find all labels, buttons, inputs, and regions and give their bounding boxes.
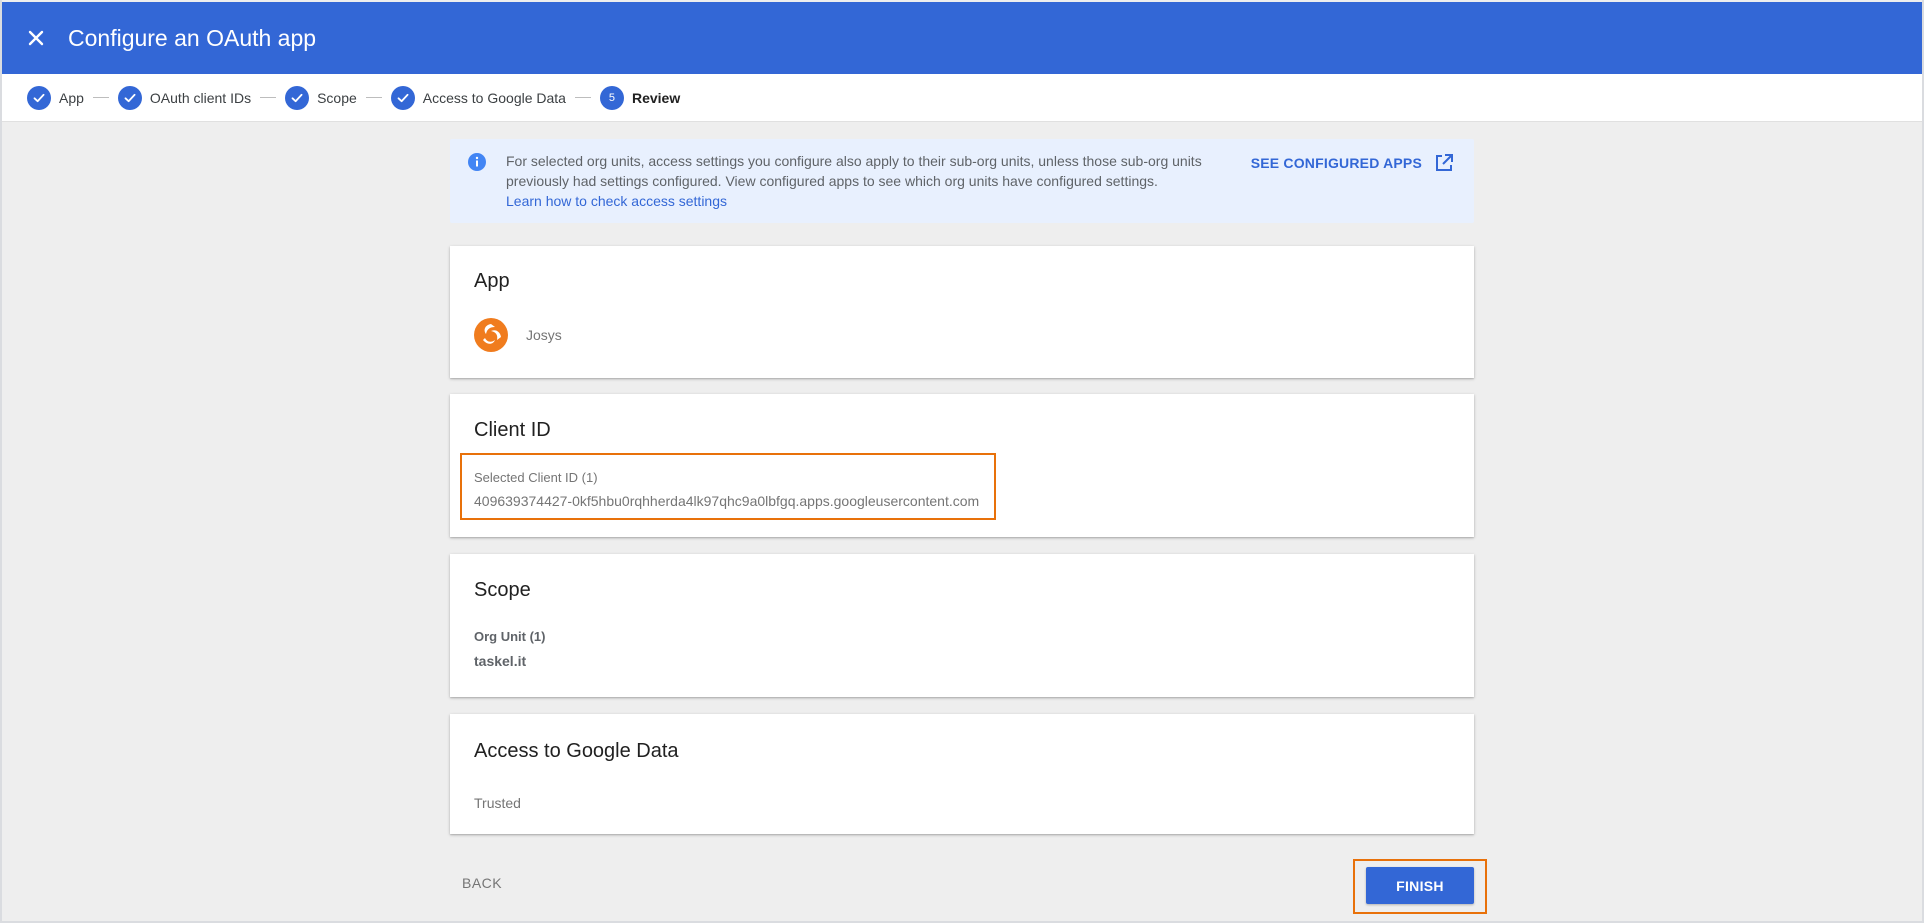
page-title: Configure an OAuth app	[68, 24, 317, 51]
info-banner: For selected org units, access settings …	[450, 139, 1474, 223]
step-label: Scope	[317, 89, 357, 106]
step-divider	[365, 97, 382, 98]
step-label: Review	[631, 89, 681, 106]
info-icon	[468, 153, 486, 171]
step-divider	[92, 97, 109, 98]
open-in-new-icon	[1436, 154, 1453, 171]
step-access-to-google-data[interactable]: Access to Google Data	[390, 85, 566, 110]
banner-text: For selected org units, access settings …	[506, 151, 1246, 211]
scope-card: Scope Org Unit (1) taskel.it	[450, 554, 1474, 697]
step-number: 5	[599, 85, 624, 110]
step-label: OAuth client IDs	[149, 89, 252, 106]
finish-button[interactable]: FINISH	[1366, 867, 1474, 904]
org-unit-label: Org Unit (1)	[474, 629, 546, 644]
see-configured-apps-label: SEE CONFIGURED APPS	[1250, 155, 1422, 171]
app-card: App Josys	[450, 246, 1474, 378]
card-title: Scope	[474, 579, 531, 601]
stepper: App OAuth client IDs Scope Access to Goo…	[2, 74, 1922, 122]
client-id-card: Client ID Selected Client ID (1) 4096393…	[450, 394, 1474, 537]
step-review[interactable]: 5 Review	[599, 85, 681, 110]
access-card: Access to Google Data Trusted	[450, 714, 1474, 834]
step-divider	[574, 97, 591, 98]
close-icon[interactable]	[24, 26, 48, 50]
step-oauth-client-ids[interactable]: OAuth client IDs	[117, 85, 252, 110]
step-scope[interactable]: Scope	[285, 85, 357, 110]
client-id-highlight: Selected Client ID (1) 409639374427-0kf5…	[460, 453, 996, 520]
step-divider	[260, 97, 277, 98]
access-value: Trusted	[474, 795, 521, 811]
card-title: App	[474, 270, 510, 292]
back-button[interactable]: BACK	[462, 875, 502, 891]
check-icon	[390, 85, 415, 110]
card-title: Access to Google Data	[474, 740, 679, 762]
check-icon	[27, 85, 51, 110]
banner-message: For selected org units, access settings …	[506, 153, 1202, 189]
app-header: Configure an OAuth app	[2, 2, 1922, 74]
org-unit-value: taskel.it	[474, 653, 527, 669]
app-name: Josys	[526, 327, 562, 343]
client-id-label: Selected Client ID (1)	[474, 470, 598, 485]
check-icon	[285, 85, 310, 110]
client-id-value: 409639374427-0kf5hbu0rqhherda4lk97qhc9a0…	[474, 493, 980, 509]
step-label: Access to Google Data	[422, 89, 566, 106]
learn-access-settings-link[interactable]: Learn how to check access settings	[506, 191, 1246, 211]
step-label: App	[59, 89, 84, 106]
card-title: Client ID	[474, 419, 551, 441]
step-app[interactable]: App	[27, 85, 84, 110]
josys-logo-icon	[474, 318, 508, 352]
see-configured-apps-button[interactable]: SEE CONFIGURED APPS	[1251, 153, 1454, 173]
check-icon	[117, 85, 142, 110]
